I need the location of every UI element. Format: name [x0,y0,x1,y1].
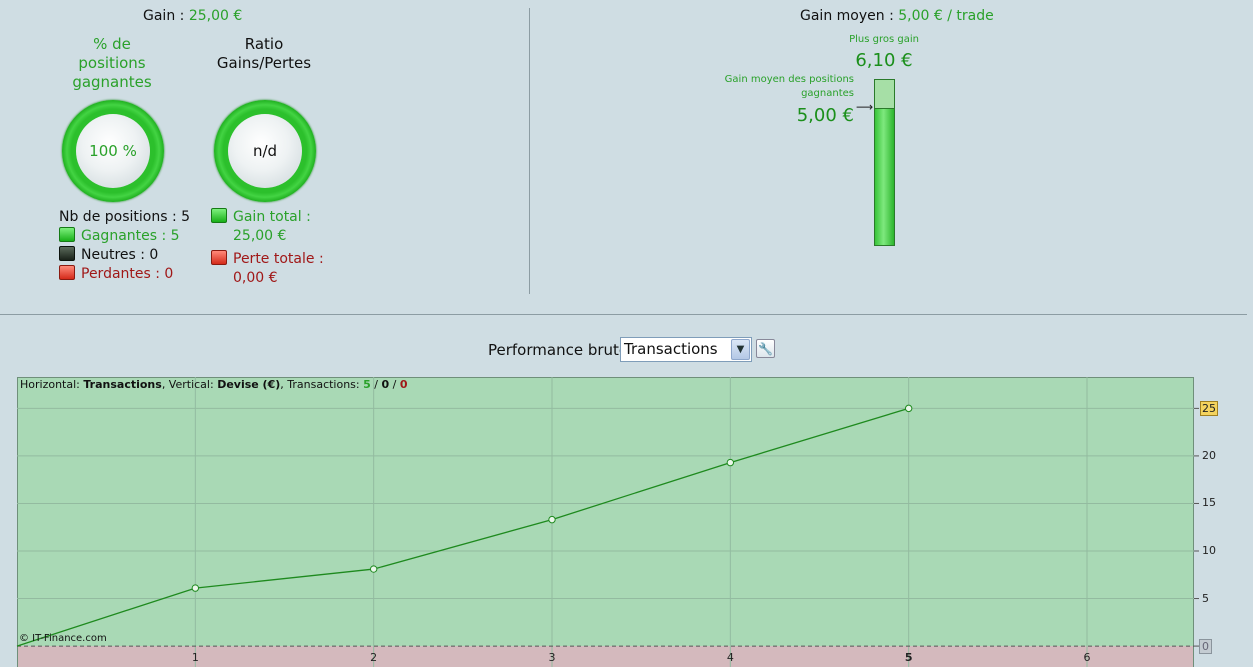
wrench-icon: 🔧 [758,341,773,356]
gain-summary: Gain : 25,00 € [143,8,242,24]
black-square-icon [59,246,75,261]
horizontal-divider [0,314,1247,315]
perte-totale-label: Perte totale : [211,250,324,269]
winning-count: Gagnantes : 5 [59,227,190,246]
ratio-value: n/d [228,114,302,188]
biggest-gain-value: 6,10 € [855,50,913,71]
plot-border [17,377,1194,667]
y-tick-label: 20 [1202,448,1216,462]
y-tick-label: 0 [1199,639,1212,655]
x-tick-label: 1 [191,651,199,664]
perte-totale-value: 0,00 € [233,270,278,286]
data-point [191,584,200,592]
losing-count: Perdantes : 0 [59,265,190,284]
positions-legend: Nb de positions : 5 Gagnantes : 5 Neutre… [59,208,190,284]
data-point [548,515,556,524]
red-square-icon [211,250,227,265]
pct-winning-value: 100 % [76,114,150,188]
y-tick-label: 10 [1202,544,1216,557]
data-point [904,404,913,413]
biggest-gain-label: Plus gros gain [849,34,919,45]
x-tick-label: 6 [1083,651,1091,664]
totals-legend: Gain total : 25,00 € Perte totale : 0,00… [211,208,324,288]
arrow-right-icon: ⟶ [856,100,874,114]
ratio-gauge: n/d [214,100,316,202]
y-tick-label: 15 [1202,496,1216,510]
pct-winning-label: % de positions gagnantes [72,35,152,91]
chevron-down-icon[interactable]: ▼ [731,339,750,360]
x-tick-label: 2 [370,651,378,664]
data-point [726,458,735,467]
gain-moyen: Gain moyen : 5,00 € / trade [800,8,994,24]
gain-value: 25,00 € [188,8,243,24]
data-point [369,565,378,573]
x-tick-label: 5 [904,651,913,664]
copyright: © IT-Finance.com [19,633,107,644]
y-tick-label: 25 [1200,401,1218,417]
gain-moyen-label: Gain moyen : [800,8,899,24]
chart-info: Horizontal: Transactions, Vertical: Devi… [20,378,408,391]
positive-area [17,377,1194,647]
x-tick-label: 3 [548,651,556,664]
green-square-icon [59,227,75,242]
gain-moyen-value: 5,00 € / trade [898,8,994,24]
x-axis-select[interactable]: Transactions ▼ [620,337,752,362]
x-axis-select-value: Transactions [624,340,718,358]
x-tick-label: 4 [726,651,734,664]
avg-winning-value: 5,00 € [796,105,854,126]
avg-winning-label: Gain moyen des positions gagnantes [724,74,854,99]
y-tick-label: 5 [1202,591,1209,605]
gain-total-value: 25,00 € [233,228,287,244]
gain-label: Gain : [143,8,189,24]
wrench-settings-button[interactable]: 🔧 [756,339,775,358]
gain-total-label: Gain total : [211,208,324,227]
performance-title: Performance brute [488,341,629,359]
pct-winning-gauge: 100 % [62,100,164,202]
ratio-label: Ratio Gains/Pertes [216,35,312,72]
max-gain-bar-segment [874,79,895,109]
neutral-count: Neutres : 0 [59,246,190,265]
performance-chart [16,377,1199,667]
green-square-icon [211,208,227,223]
vertical-divider [529,8,530,294]
nb-positions: Nb de positions : 5 [59,209,191,225]
series-line [16,407,909,647]
red-square-icon [59,265,75,280]
